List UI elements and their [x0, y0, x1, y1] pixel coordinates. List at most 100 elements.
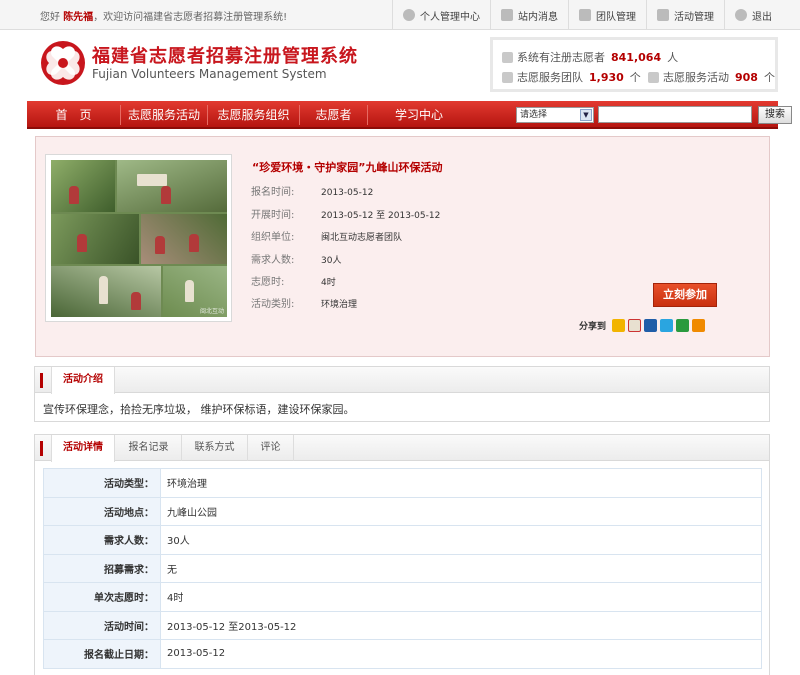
field-signup-time: 报名时间: 2013-05-12 — [251, 183, 373, 198]
volunteer-logo-icon[interactable] — [40, 40, 86, 86]
field-value: 4时 — [321, 278, 336, 288]
table-row: 需求人数： 30人 — [43, 525, 762, 555]
field-required-people: 需求人数: 30人 — [251, 251, 341, 266]
field-category: 活动类别: 环境治理 — [251, 295, 357, 310]
qzone-icon[interactable] — [612, 319, 626, 332]
mail-icon — [501, 9, 513, 21]
row-key: 单次志愿时： — [43, 582, 161, 612]
person-figure — [77, 234, 87, 252]
activity-summary: 闽北互动 “珍爱环境・守护家园”九峰山环保活动 报名时间: 2013-05-12 … — [35, 136, 770, 357]
tab-comments[interactable]: 评论 — [248, 435, 294, 461]
photo-tile — [51, 214, 139, 264]
activity-management-label: 活动管理 — [674, 11, 714, 23]
nav-item-volunteers[interactable]: 志愿者 — [300, 101, 367, 129]
nav-item-activities[interactable]: 志愿服务活动 — [121, 101, 207, 129]
stat-volunteers: 系统有注册志愿者 841,064 人 — [502, 49, 678, 65]
user-name-link[interactable]: 陈先福 — [63, 12, 93, 23]
activity-icon — [648, 71, 659, 83]
user-icon — [403, 9, 415, 21]
main-nav: 首 页 志愿服务活动 志愿服务组织 志愿者 学习中心 请选择 ▼ 搜索 — [27, 101, 792, 129]
weibo-icon[interactable] — [628, 319, 642, 332]
more-share-icon[interactable] — [692, 319, 706, 332]
row-value: 环境治理 — [160, 468, 762, 498]
tab-intro[interactable]: 活动介绍 — [51, 367, 115, 394]
person-figure — [131, 292, 141, 310]
field-value: 闽北互动志愿者团队 — [321, 233, 403, 243]
team-icon — [502, 71, 513, 83]
table-row: 活动类型： 环境治理 — [43, 468, 762, 498]
field-label: 报名时间: — [251, 187, 295, 198]
intro-tab-bar: 活动介绍 — [35, 367, 769, 394]
join-now-button[interactable]: 立刻参加 — [653, 283, 717, 307]
stat-volunteers-unit: 人 — [667, 51, 679, 64]
field-label: 需求人数: — [251, 255, 295, 266]
messages-link[interactable]: 站内消息 — [490, 0, 568, 30]
row-key: 报名截止日期： — [43, 639, 161, 669]
greeting-suffix: ，欢迎访问福建省志愿者招募注册管理系统! — [93, 12, 288, 23]
table-row: 活动时间： 2013-05-12 至2013-05-12 — [43, 610, 762, 640]
photo-tile — [51, 266, 161, 317]
field-value: 2013-05-12 至 2013-05-12 — [321, 211, 441, 221]
stat-activities-value: 908 — [735, 70, 758, 84]
logout-label: 退出 — [752, 11, 772, 23]
field-label: 组织单位: — [251, 232, 295, 243]
messages-label: 站内消息 — [518, 11, 558, 23]
stat-teams-unit: 个 — [629, 71, 641, 84]
tab-contact[interactable]: 联系方式 — [182, 435, 248, 461]
person-figure — [69, 186, 79, 204]
stat-teams: 志愿服务团队 1,930 个 — [502, 69, 641, 85]
photo-tile — [117, 160, 227, 212]
nav-item-home[interactable]: 首 页 — [27, 101, 120, 129]
field-label: 开展时间: — [251, 210, 295, 221]
photo-tile — [51, 160, 115, 212]
nav-item-learning[interactable]: 学习中心 — [368, 101, 470, 129]
section-marker — [40, 373, 43, 388]
intro-section: 活动介绍 宣传环保理念，拾捡无序垃圾， 维护环保标语，建设环保家园。 — [34, 366, 770, 422]
stat-volunteers-value: 841,064 — [611, 50, 662, 64]
site-subtitle: Fujian Volunteers Management System — [92, 67, 327, 81]
share-bar: 分享到 — [579, 319, 706, 332]
field-volunteer-hours: 志愿时: 4时 — [251, 273, 336, 288]
nav-item-organizations[interactable]: 志愿服务组织 — [208, 101, 299, 129]
tab-details[interactable]: 活动详情 — [51, 435, 115, 462]
field-label: 活动类别: — [251, 299, 295, 310]
tab-signup-records[interactable]: 报名记录 — [116, 435, 182, 461]
table-row: 招募需求： 无 — [43, 553, 762, 583]
statue-figure — [99, 276, 108, 304]
tencent-icon[interactable] — [660, 319, 674, 332]
field-value: 环境治理 — [321, 300, 358, 310]
personal-center-link[interactable]: 个人管理中心 — [392, 0, 490, 30]
row-value: 4时 — [160, 582, 762, 612]
activity-photo[interactable]: 闽北互动 — [45, 154, 232, 322]
search-category-select[interactable]: 请选择 ▼ — [516, 107, 594, 123]
row-value: 2013-05-12 至2013-05-12 — [160, 610, 762, 640]
renren-icon[interactable] — [644, 319, 658, 332]
search-input[interactable] — [598, 106, 752, 123]
search-button[interactable]: 搜索 — [758, 106, 792, 124]
activity-icon — [657, 9, 669, 21]
table-row: 报名截止日期： 2013-05-12 — [43, 639, 762, 669]
row-key: 招募需求： — [43, 553, 161, 583]
team-management-link[interactable]: 团队管理 — [568, 0, 646, 30]
top-links: 个人管理中心 站内消息 团队管理 活动管理 退出 — [392, 0, 782, 30]
row-key: 需求人数： — [43, 525, 161, 555]
photo-watermark: 闽北互动 — [199, 308, 224, 315]
field-event-time: 开展时间: 2013-05-12 至 2013-05-12 — [251, 206, 440, 221]
site-title: 福建省志愿者招募注册管理系统 — [92, 46, 358, 67]
sign-board — [137, 174, 167, 186]
row-value: 九峰山公园 — [160, 496, 762, 526]
field-label: 志愿时: — [251, 277, 285, 288]
person-figure — [161, 186, 171, 204]
stats-box: 系统有注册志愿者 841,064 人 志愿服务团队 1,930 个 志愿服务活动… — [490, 37, 778, 92]
share-label: 分享到 — [579, 322, 607, 332]
logout-link[interactable]: 退出 — [724, 0, 782, 30]
greeting-prefix: 您好 — [40, 12, 60, 23]
row-key: 活动时间： — [43, 610, 161, 640]
person-figure — [155, 236, 165, 254]
douban-icon[interactable] — [676, 319, 690, 332]
activity-management-link[interactable]: 活动管理 — [646, 0, 724, 30]
row-key: 活动类型： — [43, 468, 161, 498]
top-bar: 您好 陈先福，欢迎访问福建省志愿者招募注册管理系统! 个人管理中心 站内消息 团… — [0, 0, 800, 30]
row-key: 活动地点： — [43, 496, 161, 526]
row-value: 无 — [160, 553, 762, 583]
